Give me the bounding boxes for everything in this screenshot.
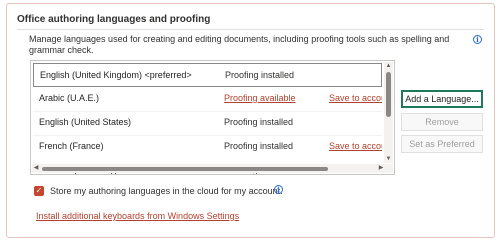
set-preferred-button[interactable]: Set as Preferred (401, 135, 483, 153)
store-in-cloud-checkbox[interactable]: ✓ (34, 186, 44, 196)
remove-language-button[interactable]: Remove (401, 113, 483, 131)
scrollbar-corner (384, 164, 393, 173)
language-name: English (United Kingdom) <preferred> (40, 70, 192, 80)
proofing-available-link[interactable]: Proofing available (224, 93, 296, 103)
section-divider (17, 29, 484, 30)
horizontal-scroll-thumb[interactable] (42, 167, 328, 171)
languages-list[interactable]: English (United Kingdom) <preferred> Pro… (30, 60, 395, 175)
section-title: Office authoring languages and proofing (17, 14, 211, 25)
section-description: Manage languages used for creating and e… (29, 34, 449, 56)
proofing-status: Proofing installed (225, 70, 295, 80)
store-in-cloud-label[interactable]: Store my authoring languages in the clou… (50, 186, 283, 196)
language-row[interactable]: Arabic (U.A.E.) Proofing available Save … (33, 87, 382, 111)
horizontal-scrollbar[interactable]: ◀ ▶ (32, 164, 385, 173)
info-icon[interactable]: i (274, 185, 283, 194)
language-name: French (France) (39, 141, 104, 151)
info-icon[interactable]: i (473, 35, 482, 44)
proofing-status: Proofing installed (224, 141, 294, 151)
save-to-account-link[interactable]: Save to account (329, 93, 382, 103)
checkmark-icon: ✓ (35, 186, 43, 195)
save-to-account-link[interactable]: Save to account (329, 141, 382, 151)
chevron-left-icon[interactable]: ◀ (32, 164, 40, 173)
language-name: Arabic (U.A.E.) (39, 93, 100, 103)
install-keyboards-link[interactable]: Install additional keyboards from Window… (36, 211, 239, 221)
language-row[interactable]: French (France) Proofing installed Save … (33, 135, 382, 159)
add-language-button[interactable]: Add a Language... (401, 90, 483, 108)
language-row-selected[interactable]: English (United Kingdom) <preferred> Pro… (33, 63, 382, 87)
description-line-2: grammar check. (29, 45, 94, 55)
chevron-up-icon[interactable]: ▲ (384, 62, 393, 70)
description-line-1: Manage languages used for creating and e… (29, 34, 450, 44)
language-name: English (United States) (39, 117, 132, 127)
chevron-down-icon[interactable]: ▼ (384, 155, 393, 163)
vertical-scrollbar[interactable]: ▲ ▼ (384, 62, 393, 163)
proofing-status: Proofing installed (224, 117, 294, 127)
language-row[interactable]: English (United States) Proofing install… (33, 111, 382, 135)
vertical-scroll-thumb[interactable] (386, 72, 391, 117)
